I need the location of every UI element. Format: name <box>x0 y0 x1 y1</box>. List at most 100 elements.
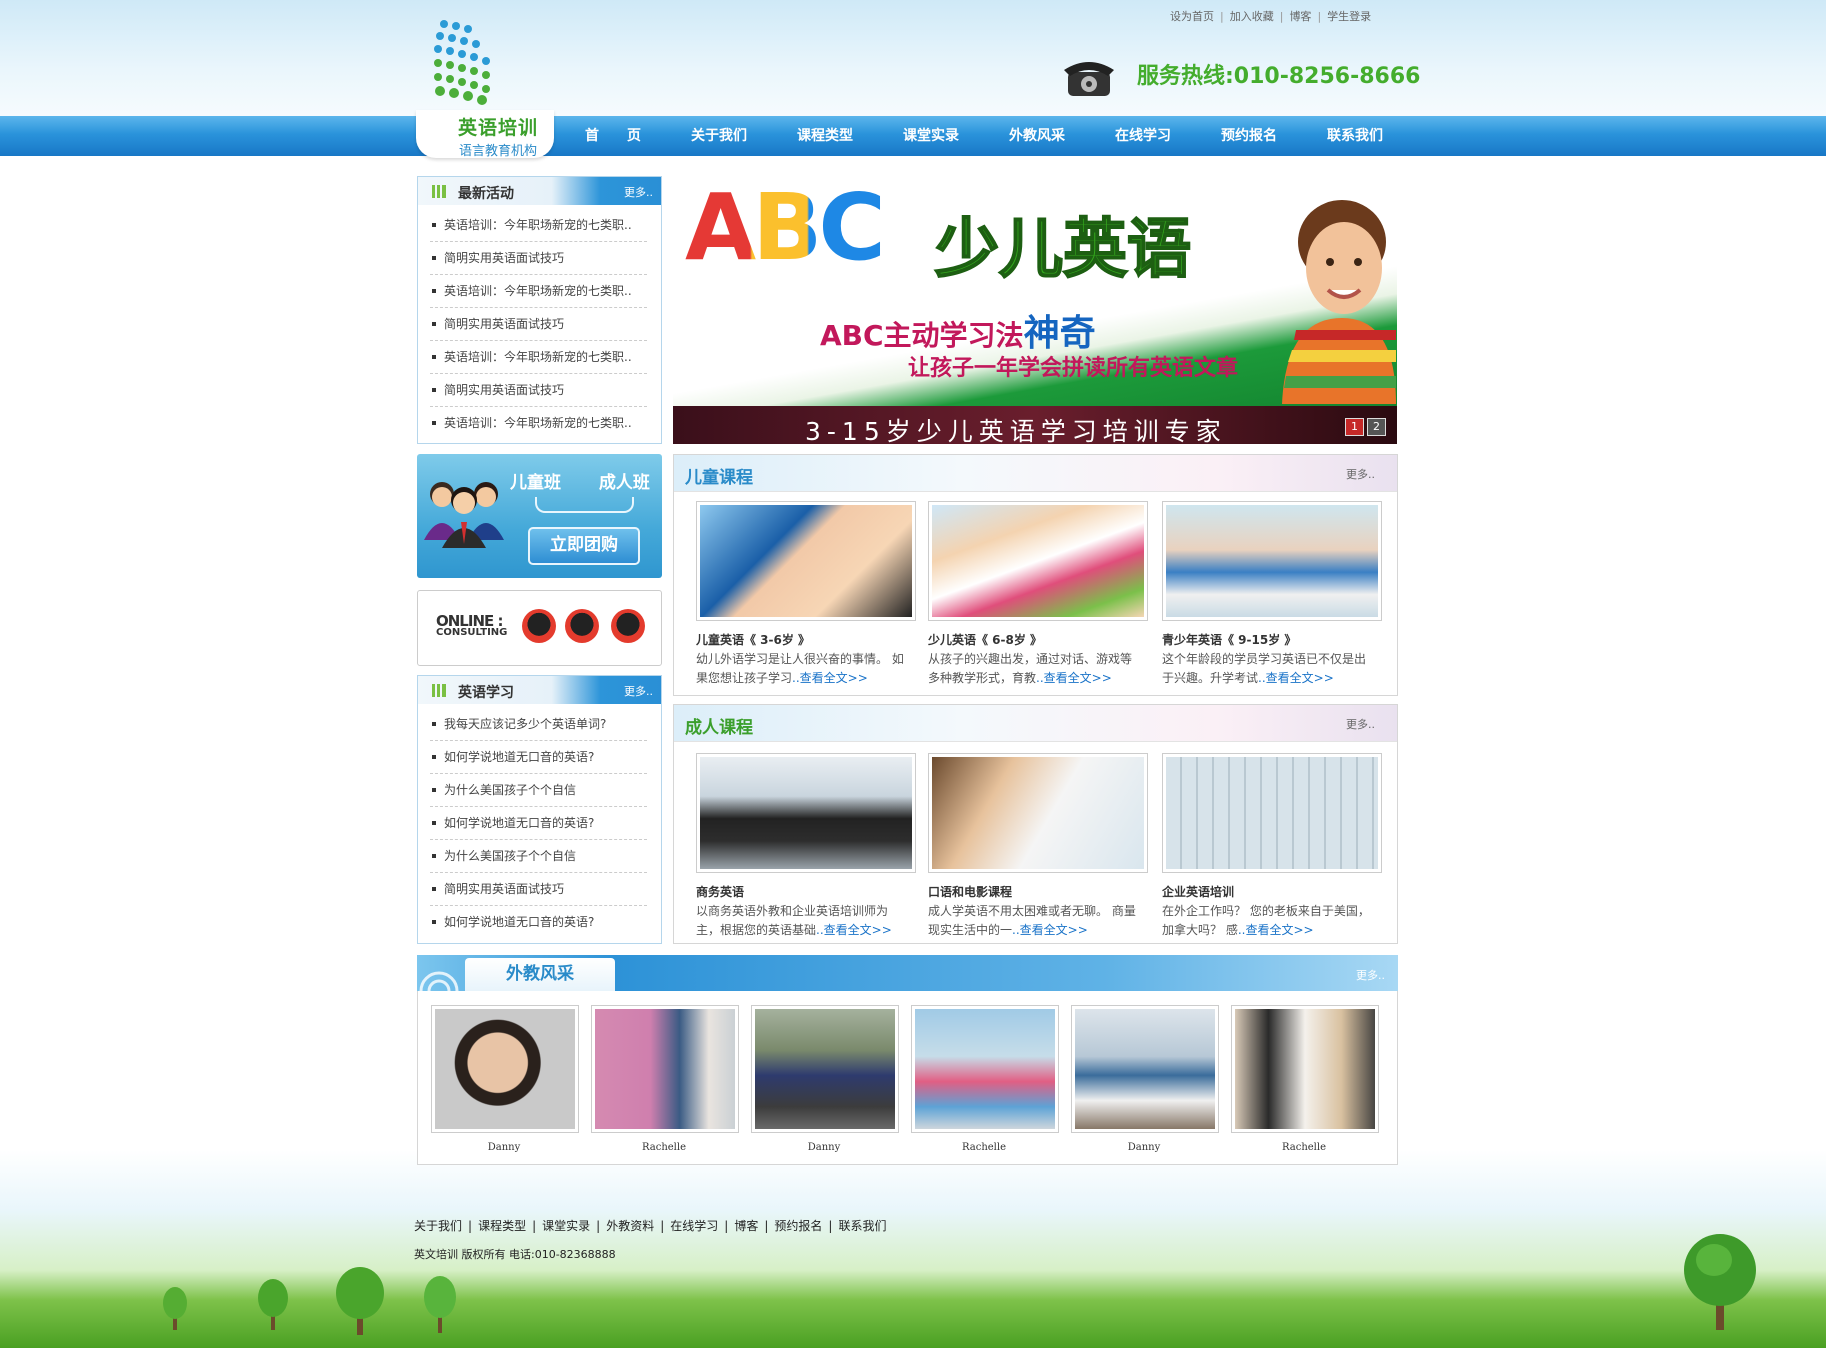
course-photo[interactable] <box>696 753 916 873</box>
course-photo[interactable] <box>928 501 1148 621</box>
footer-link-booking[interactable]: 预约报名 <box>774 1219 822 1233</box>
divider: | <box>660 1219 665 1233</box>
more-link[interactable]: 更多.. <box>1346 716 1375 732</box>
teacher-card[interactable]: Danny <box>751 1005 899 1153</box>
course-card[interactable]: 少儿英语《 6-8岁 》 从孩子的兴趣出发，通过对话、游戏等多种教学形式，育教.… <box>928 501 1148 688</box>
read-more-link[interactable]: ..查看全文>> <box>1258 671 1334 685</box>
nav-booking[interactable]: 预约报名 <box>1196 116 1302 156</box>
course-card[interactable]: 口语和电影课程 成人学英语不用太困难或者无聊。 商量现实生活中的一..查看全文>… <box>928 753 1148 940</box>
divider: | <box>1317 10 1322 23</box>
list-item[interactable]: 简明实用英语面试技巧 <box>430 873 647 906</box>
nav-home[interactable]: 首 页 <box>560 116 666 156</box>
pager-dot-2[interactable]: 2 <box>1367 418 1386 436</box>
teacher-photo[interactable] <box>911 1005 1059 1133</box>
divider: | <box>1220 10 1224 23</box>
list-item[interactable]: 如何学说地道无口音的英语? <box>430 906 647 938</box>
footer-link-online-study[interactable]: 在线学习 <box>670 1219 718 1233</box>
read-more-link[interactable]: ..查看全文>> <box>1012 923 1088 937</box>
list-item[interactable]: 简明实用英语面试技巧 <box>430 308 647 341</box>
read-more-link[interactable]: ..查看全文>> <box>1036 671 1112 685</box>
list-item-text: 为什么美国孩子个个自信 <box>444 783 577 797</box>
list-item[interactable]: 英语培训：今年职场新宠的七类职.. <box>430 275 647 308</box>
footer-link-blog[interactable]: 博客 <box>734 1219 758 1233</box>
teacher-card[interactable]: Danny <box>431 1005 579 1153</box>
list-item[interactable]: 为什么美国孩子个个自信 <box>430 774 647 807</box>
course-card[interactable]: 企业英语培训 在外企工作吗？ 您的老板来自于美国，加拿大吗？ 感..查看全文>> <box>1162 753 1382 940</box>
teacher-name[interactable]: Danny <box>1071 1142 1217 1153</box>
course-title[interactable]: 儿童英语《 3-6岁 》 <box>696 631 910 648</box>
list-item[interactable]: 如何学说地道无口音的英语? <box>430 807 647 840</box>
qq-chat-icon[interactable] <box>565 609 599 643</box>
course-card[interactable]: 儿童英语《 3-6岁 》 幼儿外语学习是让人很兴奋的事情。 如果您想让孩子学习.… <box>696 501 916 688</box>
add-favorite-link[interactable]: 加入收藏 <box>1230 10 1274 23</box>
footer-link-classroom[interactable]: 课堂实录 <box>542 1219 590 1233</box>
footer-link-teachers[interactable]: 外教资料 <box>606 1219 654 1233</box>
course-title[interactable]: 企业英语培训 <box>1162 883 1376 900</box>
list-item[interactable]: 英语培训：今年职场新宠的七类职.. <box>430 209 647 242</box>
list-item[interactable]: 如何学说地道无口音的英语? <box>430 741 647 774</box>
footer-link-contact[interactable]: 联系我们 <box>838 1219 886 1233</box>
nav-classroom[interactable]: 课堂实录 <box>878 116 984 156</box>
teacher-name[interactable]: Rachelle <box>1231 1142 1377 1153</box>
teacher-photo[interactable] <box>591 1005 739 1133</box>
more-link[interactable]: 更多.. <box>1356 967 1385 983</box>
teacher-name[interactable]: Danny <box>751 1142 897 1153</box>
nav-contact[interactable]: 联系我们 <box>1302 116 1408 156</box>
list-item[interactable]: 简明实用英语面试技巧 <box>430 374 647 407</box>
blog-link[interactable]: 博客 <box>1289 10 1311 23</box>
bullet-icon <box>432 919 436 924</box>
group-buy-button[interactable]: 立即团购 <box>528 527 640 565</box>
more-link[interactable]: 更多.. <box>624 184 653 200</box>
tree-decoration-icon <box>336 1267 384 1335</box>
more-link[interactable]: 更多.. <box>624 683 653 699</box>
list-item-text: 英语培训：今年职场新宠的七类职.. <box>444 416 632 430</box>
teacher-photo[interactable] <box>751 1005 899 1133</box>
qq-chat-icon[interactable] <box>611 609 645 643</box>
list-item[interactable]: 英语培训：今年职场新宠的七类职.. <box>430 341 647 374</box>
promo-labels: 儿童班 成人班 <box>510 468 650 493</box>
course-photo[interactable] <box>1162 501 1382 621</box>
course-title[interactable]: 少儿英语《 6-8岁 》 <box>928 631 1142 648</box>
course-photo[interactable] <box>696 501 916 621</box>
set-homepage-link[interactable]: 设为首页 <box>1170 10 1214 23</box>
teacher-card[interactable]: Rachelle <box>591 1005 739 1153</box>
list-item[interactable]: 为什么美国孩子个个自信 <box>430 840 647 873</box>
course-title[interactable]: 口语和电影课程 <box>928 883 1142 900</box>
course-card[interactable]: 青少年英语《 9-15岁 》 这个年龄段的学员学习英语已不仅是出于兴趣。升学考试… <box>1162 501 1382 688</box>
nav-course-types[interactable]: 课程类型 <box>772 116 878 156</box>
student-login-link[interactable]: 学生登录 <box>1327 10 1371 23</box>
footer-link-about[interactable]: 关于我们 <box>414 1219 462 1233</box>
read-more-link[interactable]: ..查看全文>> <box>1238 923 1314 937</box>
more-link[interactable]: 更多.. <box>1346 466 1375 482</box>
teacher-card[interactable]: Rachelle <box>1231 1005 1379 1153</box>
divider: | <box>468 1219 473 1233</box>
course-title[interactable]: 商务英语 <box>696 883 910 900</box>
people-icon <box>424 482 504 548</box>
qq-chat-icon[interactable] <box>522 609 556 643</box>
teacher-name[interactable]: Rachelle <box>591 1142 737 1153</box>
course-card[interactable]: 商务英语 以商务英语外教和企业英语培训师为主，根据您的英语基础..查看全文>> <box>696 753 916 940</box>
course-description: 在外企工作吗？ 您的老板来自于美国，加拿大吗？ 感..查看全文>> <box>1162 902 1376 940</box>
banner-abc-letters: ABC <box>685 182 886 274</box>
course-photo[interactable] <box>1162 753 1382 873</box>
teacher-photo[interactable] <box>1231 1005 1379 1133</box>
teacher-card[interactable]: Danny <box>1071 1005 1219 1153</box>
nav-online-study[interactable]: 在线学习 <box>1090 116 1196 156</box>
teacher-name[interactable]: Danny <box>431 1142 577 1153</box>
teacher-photo[interactable] <box>431 1005 579 1133</box>
logo-name: 英语培训 <box>457 117 538 139</box>
teacher-card[interactable]: Rachelle <box>911 1005 1059 1153</box>
course-photo[interactable] <box>928 753 1148 873</box>
nav-teachers[interactable]: 外教风采 <box>984 116 1090 156</box>
list-item[interactable]: 简明实用英语面试技巧 <box>430 242 647 275</box>
read-more-link[interactable]: ..查看全文>> <box>792 671 868 685</box>
course-title[interactable]: 青少年英语《 9-15岁 》 <box>1162 631 1376 648</box>
teacher-photo[interactable] <box>1071 1005 1219 1133</box>
teacher-name[interactable]: Rachelle <box>911 1142 1057 1153</box>
list-item[interactable]: 英语培训：今年职场新宠的七类职.. <box>430 407 647 439</box>
footer-link-courses[interactable]: 课程类型 <box>478 1219 526 1233</box>
nav-about[interactable]: 关于我们 <box>666 116 772 156</box>
read-more-link[interactable]: ..查看全文>> <box>816 923 892 937</box>
pager-dot-1[interactable]: 1 <box>1345 418 1364 436</box>
list-item[interactable]: 我每天应该记多少个英语单词? <box>430 708 647 741</box>
